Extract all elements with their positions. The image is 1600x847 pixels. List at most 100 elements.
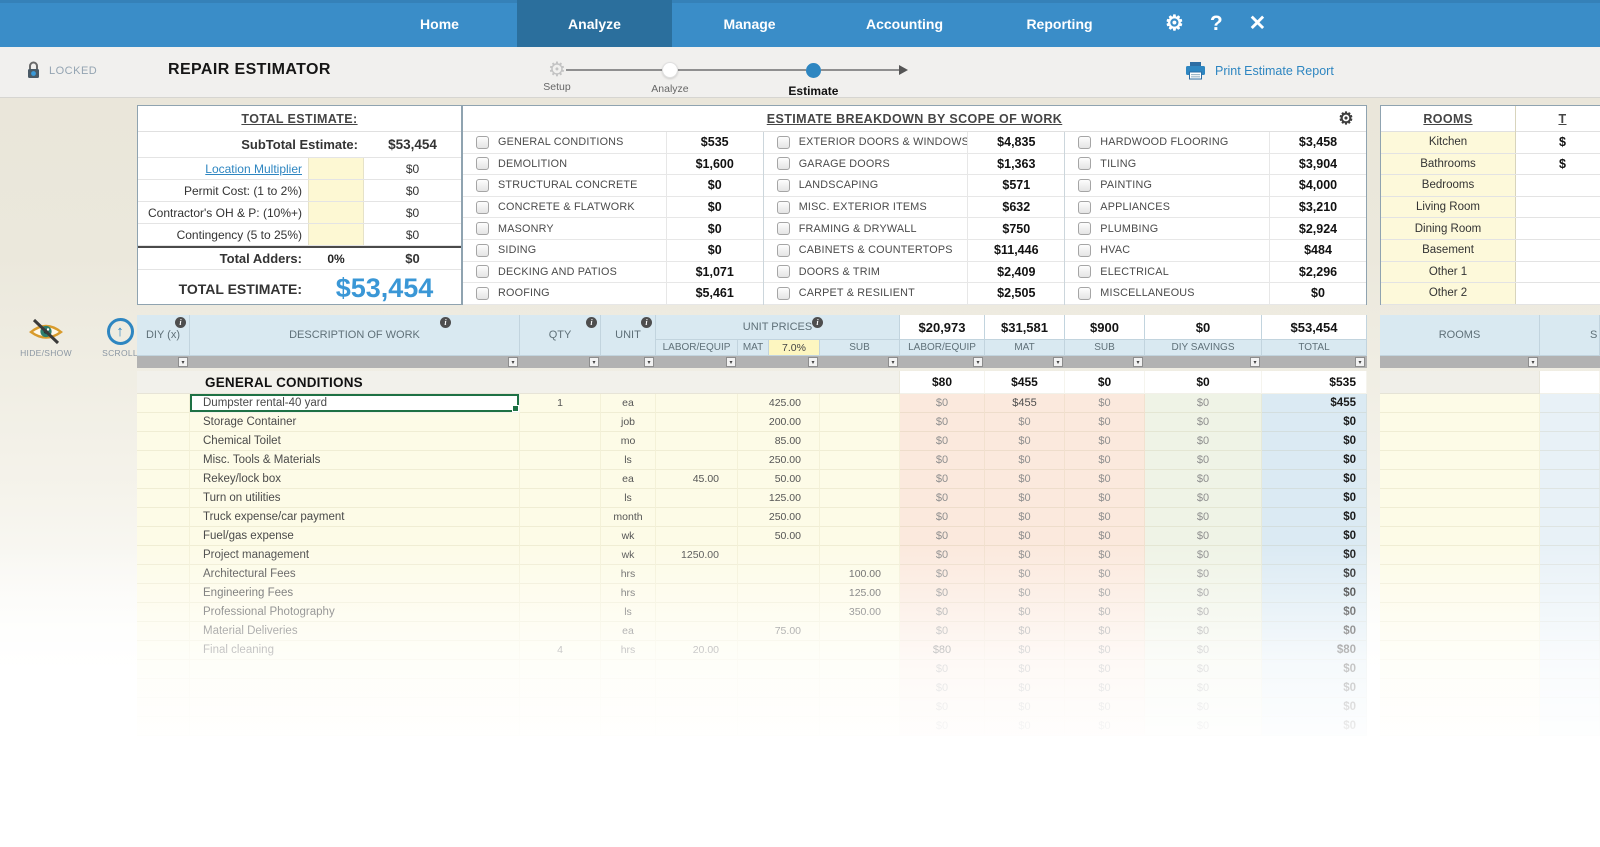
labor-price-cell[interactable] bbox=[656, 622, 738, 641]
room-name[interactable]: Living Room bbox=[1381, 196, 1516, 218]
hide-show-button[interactable]: HIDE/SHOW bbox=[18, 318, 74, 358]
qty-cell[interactable] bbox=[520, 451, 601, 470]
rooms-cell[interactable] bbox=[1380, 641, 1540, 660]
diy-cell[interactable] bbox=[137, 622, 190, 641]
category-checkbox[interactable] bbox=[1078, 243, 1092, 257]
adder-input[interactable] bbox=[308, 180, 364, 201]
sub-price-cell[interactable] bbox=[820, 679, 900, 698]
description-cell[interactable]: Rekey/lock box bbox=[190, 470, 520, 489]
adder-input[interactable] bbox=[308, 158, 364, 179]
description-cell[interactable] bbox=[190, 717, 520, 736]
labor-price-cell[interactable] bbox=[656, 584, 738, 603]
category-checkbox[interactable] bbox=[1078, 200, 1092, 214]
rooms-cell[interactable] bbox=[1380, 451, 1540, 470]
diy-cell[interactable] bbox=[137, 451, 190, 470]
col-header-qty[interactable]: QTY i bbox=[520, 315, 601, 356]
mat-price-cell[interactable] bbox=[738, 660, 820, 679]
mat-price-cell[interactable] bbox=[738, 565, 820, 584]
mat-price-cell[interactable] bbox=[738, 679, 820, 698]
category-checkbox[interactable] bbox=[776, 135, 790, 149]
description-cell[interactable]: Engineering Fees bbox=[190, 584, 520, 603]
category-checkbox[interactable] bbox=[776, 243, 790, 257]
rooms-cell[interactable] bbox=[1380, 527, 1540, 546]
sub-price-cell[interactable] bbox=[820, 432, 900, 451]
labor-price-cell[interactable] bbox=[656, 679, 738, 698]
filter-dropdown-button[interactable]: ▾ bbox=[808, 357, 818, 367]
qty-cell[interactable]: 4 bbox=[520, 641, 601, 660]
unit-cell[interactable]: ea bbox=[601, 622, 656, 641]
unit-cell[interactable]: ea bbox=[601, 470, 656, 489]
diy-cell[interactable] bbox=[137, 527, 190, 546]
mat-price-cell[interactable]: 50.00 bbox=[738, 527, 820, 546]
filter-dropdown-button[interactable]: ▾ bbox=[589, 357, 599, 367]
mat-price-cell[interactable]: 250.00 bbox=[738, 451, 820, 470]
rooms-cell[interactable] bbox=[1380, 584, 1540, 603]
diy-cell[interactable] bbox=[137, 489, 190, 508]
diy-cell[interactable] bbox=[137, 394, 190, 413]
sub-price-cell[interactable] bbox=[820, 698, 900, 717]
filter-dropdown-button[interactable]: ▾ bbox=[726, 357, 736, 367]
sub-price-cell[interactable] bbox=[820, 622, 900, 641]
filter-dropdown-button[interactable]: ▾ bbox=[1355, 357, 1365, 367]
col-header-diy[interactable]: DIY (x) i bbox=[137, 315, 190, 356]
qty-cell[interactable] bbox=[520, 565, 601, 584]
description-cell[interactable]: Misc. Tools & Materials bbox=[190, 451, 520, 470]
category-checkbox[interactable] bbox=[476, 222, 489, 236]
diy-cell[interactable] bbox=[137, 413, 190, 432]
qty-cell[interactable] bbox=[520, 546, 601, 565]
labor-price-cell[interactable] bbox=[656, 527, 738, 546]
print-estimate-report-button[interactable]: Print Estimate Report bbox=[1185, 62, 1334, 80]
rooms-cell[interactable] bbox=[1380, 413, 1540, 432]
description-cell[interactable]: Storage Container bbox=[190, 413, 520, 432]
qty-cell[interactable] bbox=[520, 432, 601, 451]
category-checkbox[interactable] bbox=[776, 178, 790, 192]
category-checkbox[interactable] bbox=[476, 157, 489, 171]
description-cell[interactable] bbox=[190, 698, 520, 717]
adder-input[interactable] bbox=[308, 224, 364, 245]
room-name[interactable]: Other 2 bbox=[1381, 283, 1516, 304]
rooms-cell[interactable] bbox=[1380, 660, 1540, 679]
rooms-cell[interactable] bbox=[1380, 698, 1540, 717]
col-header-rooms[interactable]: ROOMS bbox=[1380, 315, 1540, 356]
category-checkbox[interactable] bbox=[776, 200, 790, 214]
mat-price-cell[interactable]: 50.00 bbox=[738, 470, 820, 489]
diy-cell[interactable] bbox=[137, 603, 190, 622]
qty-cell[interactable] bbox=[520, 584, 601, 603]
filter-dropdown-button[interactable]: ▾ bbox=[1250, 357, 1260, 367]
category-checkbox[interactable] bbox=[1078, 157, 1092, 171]
labor-price-cell[interactable]: 45.00 bbox=[656, 470, 738, 489]
unit-cell[interactable]: hrs bbox=[601, 565, 656, 584]
rooms-cell[interactable] bbox=[1380, 508, 1540, 527]
diy-cell[interactable] bbox=[137, 679, 190, 698]
description-cell[interactable]: Material Deliveries bbox=[190, 622, 520, 641]
labor-price-cell[interactable] bbox=[656, 603, 738, 622]
labor-price-cell[interactable] bbox=[656, 489, 738, 508]
filter-dropdown-button[interactable]: ▾ bbox=[644, 357, 654, 367]
nav-tab-accounting[interactable]: Accounting bbox=[827, 0, 982, 47]
unit-cell[interactable]: month bbox=[601, 508, 656, 527]
mat-price-cell[interactable]: 85.00 bbox=[738, 432, 820, 451]
labor-price-cell[interactable] bbox=[656, 660, 738, 679]
step-estimate[interactable]: Estimate bbox=[788, 62, 838, 98]
labor-price-cell[interactable] bbox=[656, 394, 738, 413]
help-icon[interactable]: ? bbox=[1210, 13, 1223, 34]
labor-price-cell[interactable]: 1250.00 bbox=[656, 546, 738, 565]
description-cell[interactable]: Turn on utilities bbox=[190, 489, 520, 508]
room-name[interactable]: Bedrooms bbox=[1381, 175, 1516, 196]
sub-price-cell[interactable] bbox=[820, 394, 900, 413]
unit-cell[interactable] bbox=[601, 698, 656, 717]
filter-dropdown-button[interactable]: ▾ bbox=[178, 357, 188, 367]
qty-cell[interactable] bbox=[520, 489, 601, 508]
sub-price-cell[interactable]: 350.00 bbox=[820, 603, 900, 622]
rooms-cell[interactable] bbox=[1380, 546, 1540, 565]
info-icon[interactable]: i bbox=[175, 317, 186, 328]
sub-price-cell[interactable] bbox=[820, 470, 900, 489]
unit-cell[interactable]: hrs bbox=[601, 584, 656, 603]
nav-tab-home[interactable]: Home bbox=[362, 0, 517, 47]
rooms-cell[interactable] bbox=[1380, 717, 1540, 736]
step-analyze[interactable]: Analyze bbox=[651, 62, 689, 95]
category-checkbox[interactable] bbox=[476, 265, 489, 279]
sub-price-cell[interactable] bbox=[820, 717, 900, 736]
unit-cell[interactable]: ls bbox=[601, 451, 656, 470]
sub-price-cell[interactable] bbox=[820, 413, 900, 432]
